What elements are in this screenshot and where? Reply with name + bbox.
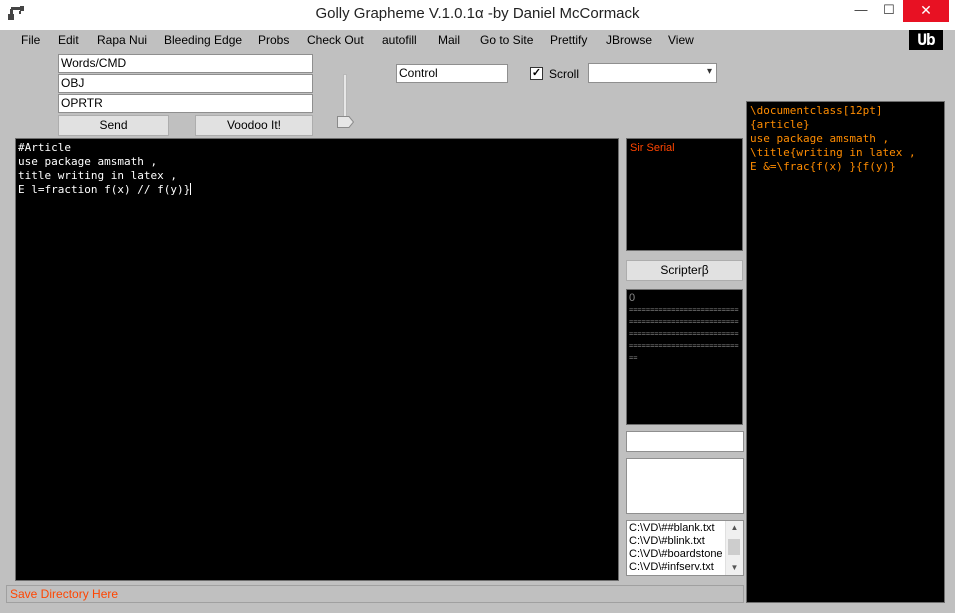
- scroll-checkbox[interactable]: ✓: [530, 67, 543, 80]
- file-list-item[interactable]: C:\VD\#blink.txt: [629, 535, 705, 547]
- menu-bleeding-edge[interactable]: Bleeding Edge: [164, 33, 242, 47]
- menu-bar: File Edit Rapa Nui Bleeding Edge Probs C…: [0, 30, 955, 52]
- slider-track[interactable]: [343, 74, 347, 122]
- window-title: Golly Grapheme V.1.0.1α -by Daniel McCor…: [315, 5, 640, 22]
- scroll-down-icon[interactable]: ▼: [726, 561, 743, 575]
- send-button[interactable]: Send: [58, 115, 169, 136]
- menu-jbrowse[interactable]: JBrowse: [606, 33, 652, 47]
- menu-autofill[interactable]: autofill: [382, 33, 417, 47]
- app-window: Golly Grapheme V.1.0.1α -by Daniel McCor…: [0, 0, 955, 613]
- file-list-item[interactable]: C:\VD\##blank.txt: [629, 522, 715, 534]
- oprtr-input[interactable]: OPRTR: [58, 94, 313, 113]
- file-list-item[interactable]: C:\VD\#boardstone: [629, 548, 723, 560]
- menu-mail[interactable]: Mail: [438, 33, 460, 47]
- scripter-button[interactable]: Scripterβ: [626, 260, 743, 281]
- title-bar: Golly Grapheme V.1.0.1α -by Daniel McCor…: [0, 0, 955, 30]
- chevron-down-icon: ▾: [706, 66, 712, 77]
- menu-probs[interactable]: Probs: [258, 33, 289, 47]
- latex-line: E &=\frac{f(x) }{f(y)}: [750, 160, 896, 173]
- separator-dashes: ========================================…: [629, 306, 739, 362]
- maximize-button[interactable]: ☐: [875, 0, 903, 22]
- latex-line: \title{writing in latex ,: [750, 146, 916, 159]
- menu-prettify[interactable]: Prettify: [550, 33, 587, 47]
- editor-line: E l=fraction f(x) // f(y)}: [18, 183, 191, 196]
- save-directory-text: Save Directory Here: [10, 587, 119, 601]
- latex-line: {article}: [750, 118, 810, 131]
- small-input[interactable]: [626, 431, 744, 452]
- latex-output-panel[interactable]: \documentclass[12pt] {article} use packa…: [746, 101, 945, 603]
- scroll-label: Scroll: [549, 67, 580, 81]
- counter-panel[interactable]: 0 ======================================…: [626, 289, 743, 425]
- menu-edit[interactable]: Edit: [58, 33, 79, 47]
- obj-input[interactable]: OBJ: [58, 74, 313, 93]
- menu-rapa-nui[interactable]: Rapa Nui: [97, 33, 147, 47]
- sir-serial-label: Sir Serial: [630, 142, 675, 154]
- editor-line: #Article: [18, 141, 71, 154]
- minimize-button[interactable]: —: [847, 0, 875, 22]
- status-bar[interactable]: Save Directory Here: [6, 585, 744, 603]
- menu-file[interactable]: File: [21, 33, 40, 47]
- file-list-scrollbar[interactable]: ▲ ▼: [725, 521, 743, 575]
- counter-value: 0: [629, 292, 636, 304]
- sir-serial-panel[interactable]: Sir Serial: [626, 138, 743, 251]
- menu-view[interactable]: View: [668, 33, 694, 47]
- editor-line: title writing in latex ,: [18, 169, 177, 182]
- ub-logo: Ub: [909, 30, 943, 50]
- close-button[interactable]: ✕: [903, 0, 949, 22]
- script-editor[interactable]: #Article use package amsmath , title wri…: [15, 138, 619, 581]
- latex-line: use package amsmath ,: [750, 132, 890, 145]
- latex-line: \documentclass[12pt]: [750, 104, 883, 117]
- options-dropdown[interactable]: ▾: [588, 63, 717, 83]
- file-list-item[interactable]: C:\VD\#infserv.txt: [629, 561, 714, 573]
- words-cmd-input[interactable]: Words/CMD: [58, 54, 313, 73]
- scroll-up-icon[interactable]: ▲: [726, 521, 743, 535]
- editor-line: use package amsmath ,: [18, 155, 158, 168]
- file-list[interactable]: C:\VD\##blank.txt C:\VD\#blink.txt C:\VD…: [626, 520, 744, 576]
- control-input[interactable]: Control: [396, 64, 508, 83]
- scroll-thumb[interactable]: [728, 539, 740, 555]
- voodoo-button[interactable]: Voodoo It!: [195, 115, 313, 136]
- slider-thumb[interactable]: [337, 116, 354, 128]
- notes-textbox[interactable]: [626, 458, 744, 514]
- menu-check-out[interactable]: Check Out: [307, 33, 364, 47]
- text-cursor: [190, 183, 192, 195]
- menu-go-to-site[interactable]: Go to Site: [480, 33, 533, 47]
